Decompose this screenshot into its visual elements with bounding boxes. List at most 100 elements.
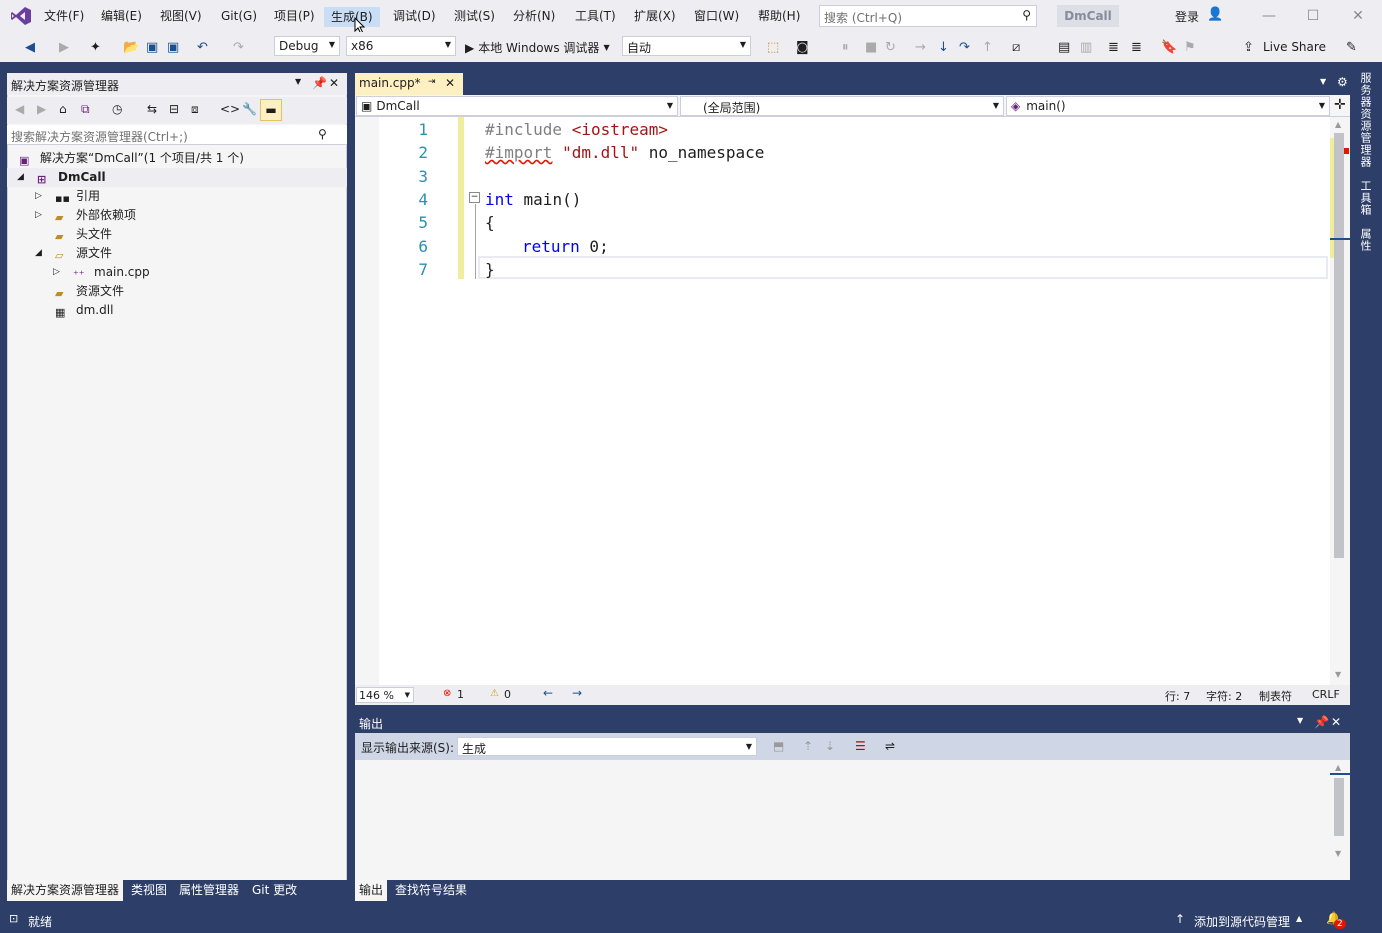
collapsed-arrow-icon[interactable]: ▷ [35,187,42,206]
tree-item-dm-dll[interactable]: ▦ dm.dll [7,301,347,320]
tree-item-external-deps[interactable]: ▷ ▰ 外部依赖项 [7,206,347,225]
output-text-area[interactable] [355,760,1350,880]
output-scrollbar-thumb[interactable] [1334,778,1344,836]
find-message-icon[interactable]: ⬒ [773,740,784,752]
breakpoints-icon[interactable]: ⧄ [1012,38,1020,56]
line-ending-indicator[interactable]: CRLF [1312,688,1340,701]
start-debugging-button[interactable]: ▶ 本地 Windows 调试器 ▼ [465,39,610,56]
live-share-button[interactable]: Live Share [1263,40,1326,54]
collapsed-arrow-icon[interactable]: ▷ [35,206,42,225]
toolbox-tab[interactable]: 工具箱 [1357,180,1373,216]
forward-icon[interactable]: ▶ [37,103,46,115]
step-over-icon[interactable]: ↷ [959,38,970,56]
tab-property-manager[interactable]: 属性管理器 [175,880,243,901]
maximize-icon[interactable]: ☐ [1303,6,1323,26]
search-box[interactable]: 搜索 (Ctrl+Q) ⚲ [819,5,1037,27]
pause-icon[interactable]: ⏸ [842,38,849,56]
tab-output[interactable]: 输出 [355,880,388,901]
close-icon[interactable]: ✕ [329,77,339,89]
menu-window[interactable]: 窗口(W) [688,0,745,32]
menu-view[interactable]: 视图(V) [154,0,208,32]
output-source-select[interactable]: 生成 ▼ [457,737,757,756]
warning-count[interactable]: 0 [504,688,511,701]
scrollbar-thumb[interactable] [1334,133,1344,558]
close-tab-icon[interactable]: ✕ [445,77,455,89]
tree-item-main-cpp[interactable]: ▷ ⁺⁺ main.cpp [7,263,347,282]
menu-test[interactable]: 测试(S) [448,0,501,32]
menu-project[interactable]: 项目(P) [268,0,321,32]
outdent-icon[interactable]: ≣ [1108,38,1119,56]
chevron-down-icon[interactable]: ▼ [295,78,301,86]
back-icon[interactable]: ◀ [15,103,24,115]
close-icon[interactable]: ✕ [1331,716,1341,728]
pin-icon[interactable]: 📌 [1314,716,1329,728]
step-out-icon[interactable]: ↑ [982,38,993,56]
preview-selected-icon[interactable]: ▬ [260,99,282,121]
tree-item-headers[interactable]: ▰ 头文件 [7,225,347,244]
feedback-icon[interactable]: ✎ [1346,38,1357,56]
error-icon[interactable]: ⊗ [443,689,451,699]
run-mode-select[interactable]: 自动 ▼ [622,36,751,56]
close-window-icon[interactable]: ✕ [1348,6,1368,26]
split-editor-icon[interactable]: ✛ [1334,98,1346,112]
prev-bookmark-icon[interactable]: ⚑ [1184,38,1196,56]
expanded-arrow-icon[interactable]: ◢ [17,168,24,187]
redo-icon[interactable]: ↷ [233,38,244,56]
collapse-outline-icon[interactable]: − [469,192,480,203]
chevron-up-icon[interactable]: ▲ [1296,915,1302,923]
home-icon[interactable]: ⌂ [59,103,67,115]
tab-class-view[interactable]: 类视图 [127,880,171,901]
pin-icon[interactable]: 📌 [312,77,327,89]
properties-wrench-icon[interactable]: 🔧 [242,103,257,115]
menu-file[interactable]: 文件(F) [38,0,90,32]
clear-all-icon[interactable]: ☰ [855,740,866,752]
configuration-select[interactable]: Debug ▼ [274,36,340,56]
error-count[interactable]: 1 [457,688,464,701]
collapsed-arrow-icon[interactable]: ▷ [53,263,60,282]
settings-gear-icon[interactable]: ⚙ [1337,76,1348,88]
menu-tools[interactable]: 工具(T) [569,0,622,32]
scroll-down-icon[interactable]: ▼ [1335,850,1341,858]
new-project-icon[interactable]: ✦ [90,38,101,56]
view-code-icon[interactable]: <> [220,103,240,115]
menu-help[interactable]: 帮助(H) [752,0,806,32]
menu-edit[interactable]: 编辑(E) [95,0,148,32]
pending-changes-icon[interactable]: ◷ [112,103,122,115]
stop-icon[interactable]: ■ [865,38,877,56]
uncomment-icon[interactable]: ▥ [1080,38,1092,56]
previous-issue-icon[interactable]: ← [543,687,553,699]
nav-member-select[interactable]: ◈ main() ▼ [1006,96,1330,116]
menu-debug[interactable]: 调试(D) [387,0,442,32]
warning-icon[interactable]: ⚠ [490,689,499,699]
scroll-up-icon[interactable]: ▲ [1335,121,1341,129]
menu-analyze[interactable]: 分析(N) [507,0,561,32]
show-all-files-icon[interactable]: ⧈ [191,103,199,115]
save-icon[interactable]: ▣ [146,38,158,56]
back-icon[interactable]: ◀ [25,38,35,56]
properties-tab[interactable]: 属性 [1357,228,1373,252]
next-message-icon[interactable]: ⇣ [825,740,835,752]
tab-git-changes[interactable]: Git 更改 [248,880,301,901]
scroll-down-icon[interactable]: ▼ [1335,671,1341,679]
menu-extensions[interactable]: 扩展(X) [628,0,682,32]
word-wrap-icon[interactable]: ⇌ [885,740,895,752]
minimize-icon[interactable]: — [1259,6,1279,26]
add-to-source-control-button[interactable]: 添加到源代码管理 [1194,913,1290,930]
undo-icon[interactable]: ↶ [197,38,208,56]
comment-icon[interactable]: ▤ [1058,38,1070,56]
collapse-all-icon[interactable]: ⊟ [169,103,179,115]
expanded-arrow-icon[interactable]: ◢ [35,244,42,263]
nav-project-select[interactable]: ▣ DmCall ▼ [356,96,678,116]
bookmark-icon[interactable]: 🔖 [1161,38,1177,56]
show-next-statement-icon[interactable]: → [915,38,926,56]
menu-build[interactable]: 生成(B) [324,7,380,27]
browse-icon[interactable]: ⬚ [767,38,779,56]
forward-icon[interactable]: ▶ [59,38,69,56]
switch-views-icon[interactable]: ⧉ [81,103,90,115]
zoom-select[interactable]: 146 % ▼ [356,687,414,703]
solution-search-input[interactable]: 搜索解决方案资源管理器(Ctrl+;) ⚲ [7,125,347,145]
pin-icon[interactable]: ⇥ [428,78,436,87]
tab-list-chevron-icon[interactable]: ▼ [1320,78,1326,86]
platform-select[interactable]: x86 ▼ [346,36,456,56]
scroll-up-icon[interactable]: ▲ [1335,764,1341,772]
